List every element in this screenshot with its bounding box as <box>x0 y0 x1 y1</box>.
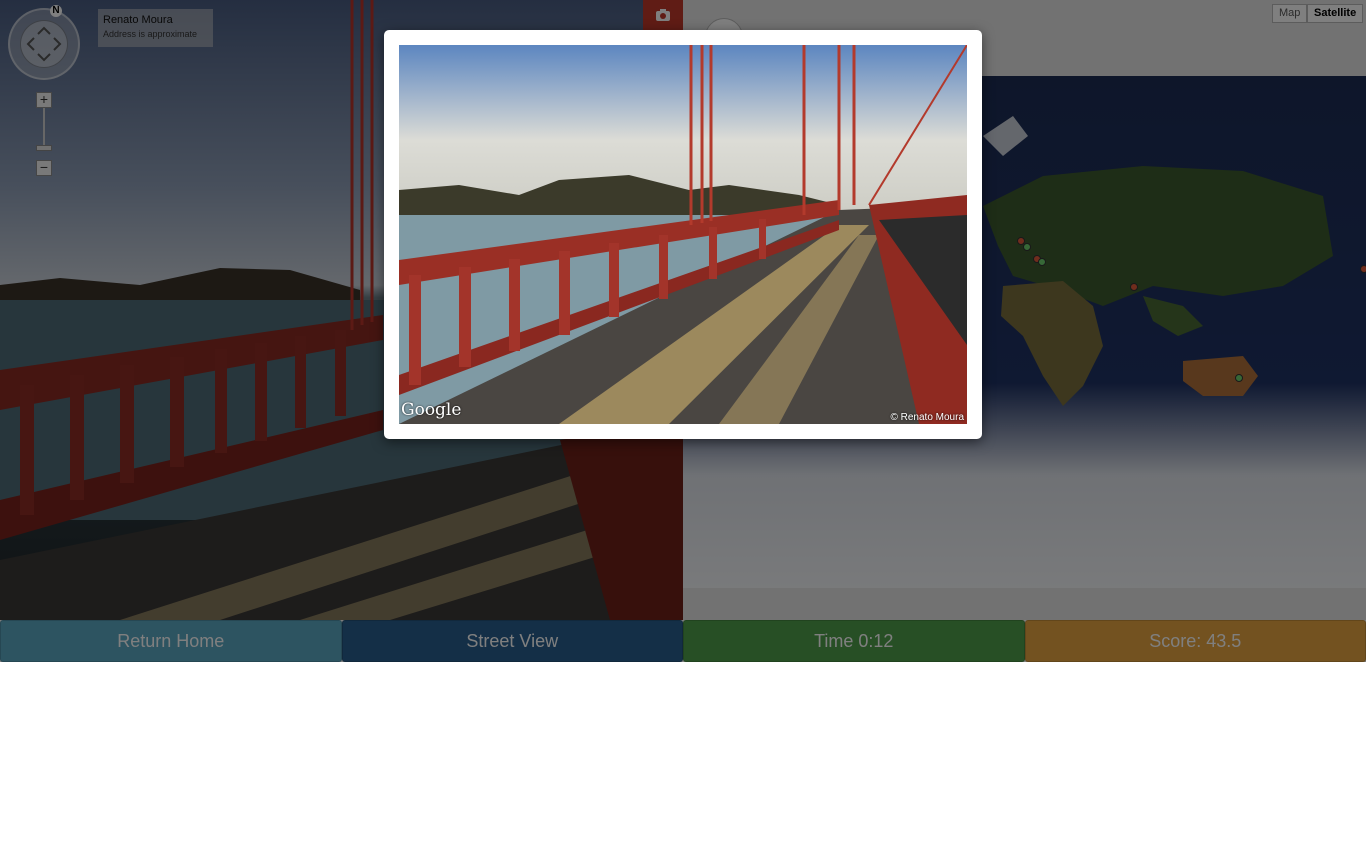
bridge-photo-image <box>399 45 967 424</box>
photo-copyright: © Renato Moura <box>890 412 964 423</box>
location-photo: Google © Renato Moura <box>399 45 967 424</box>
google-logo: Google <box>401 400 462 420</box>
photo-modal: Google © Renato Moura <box>384 30 982 439</box>
